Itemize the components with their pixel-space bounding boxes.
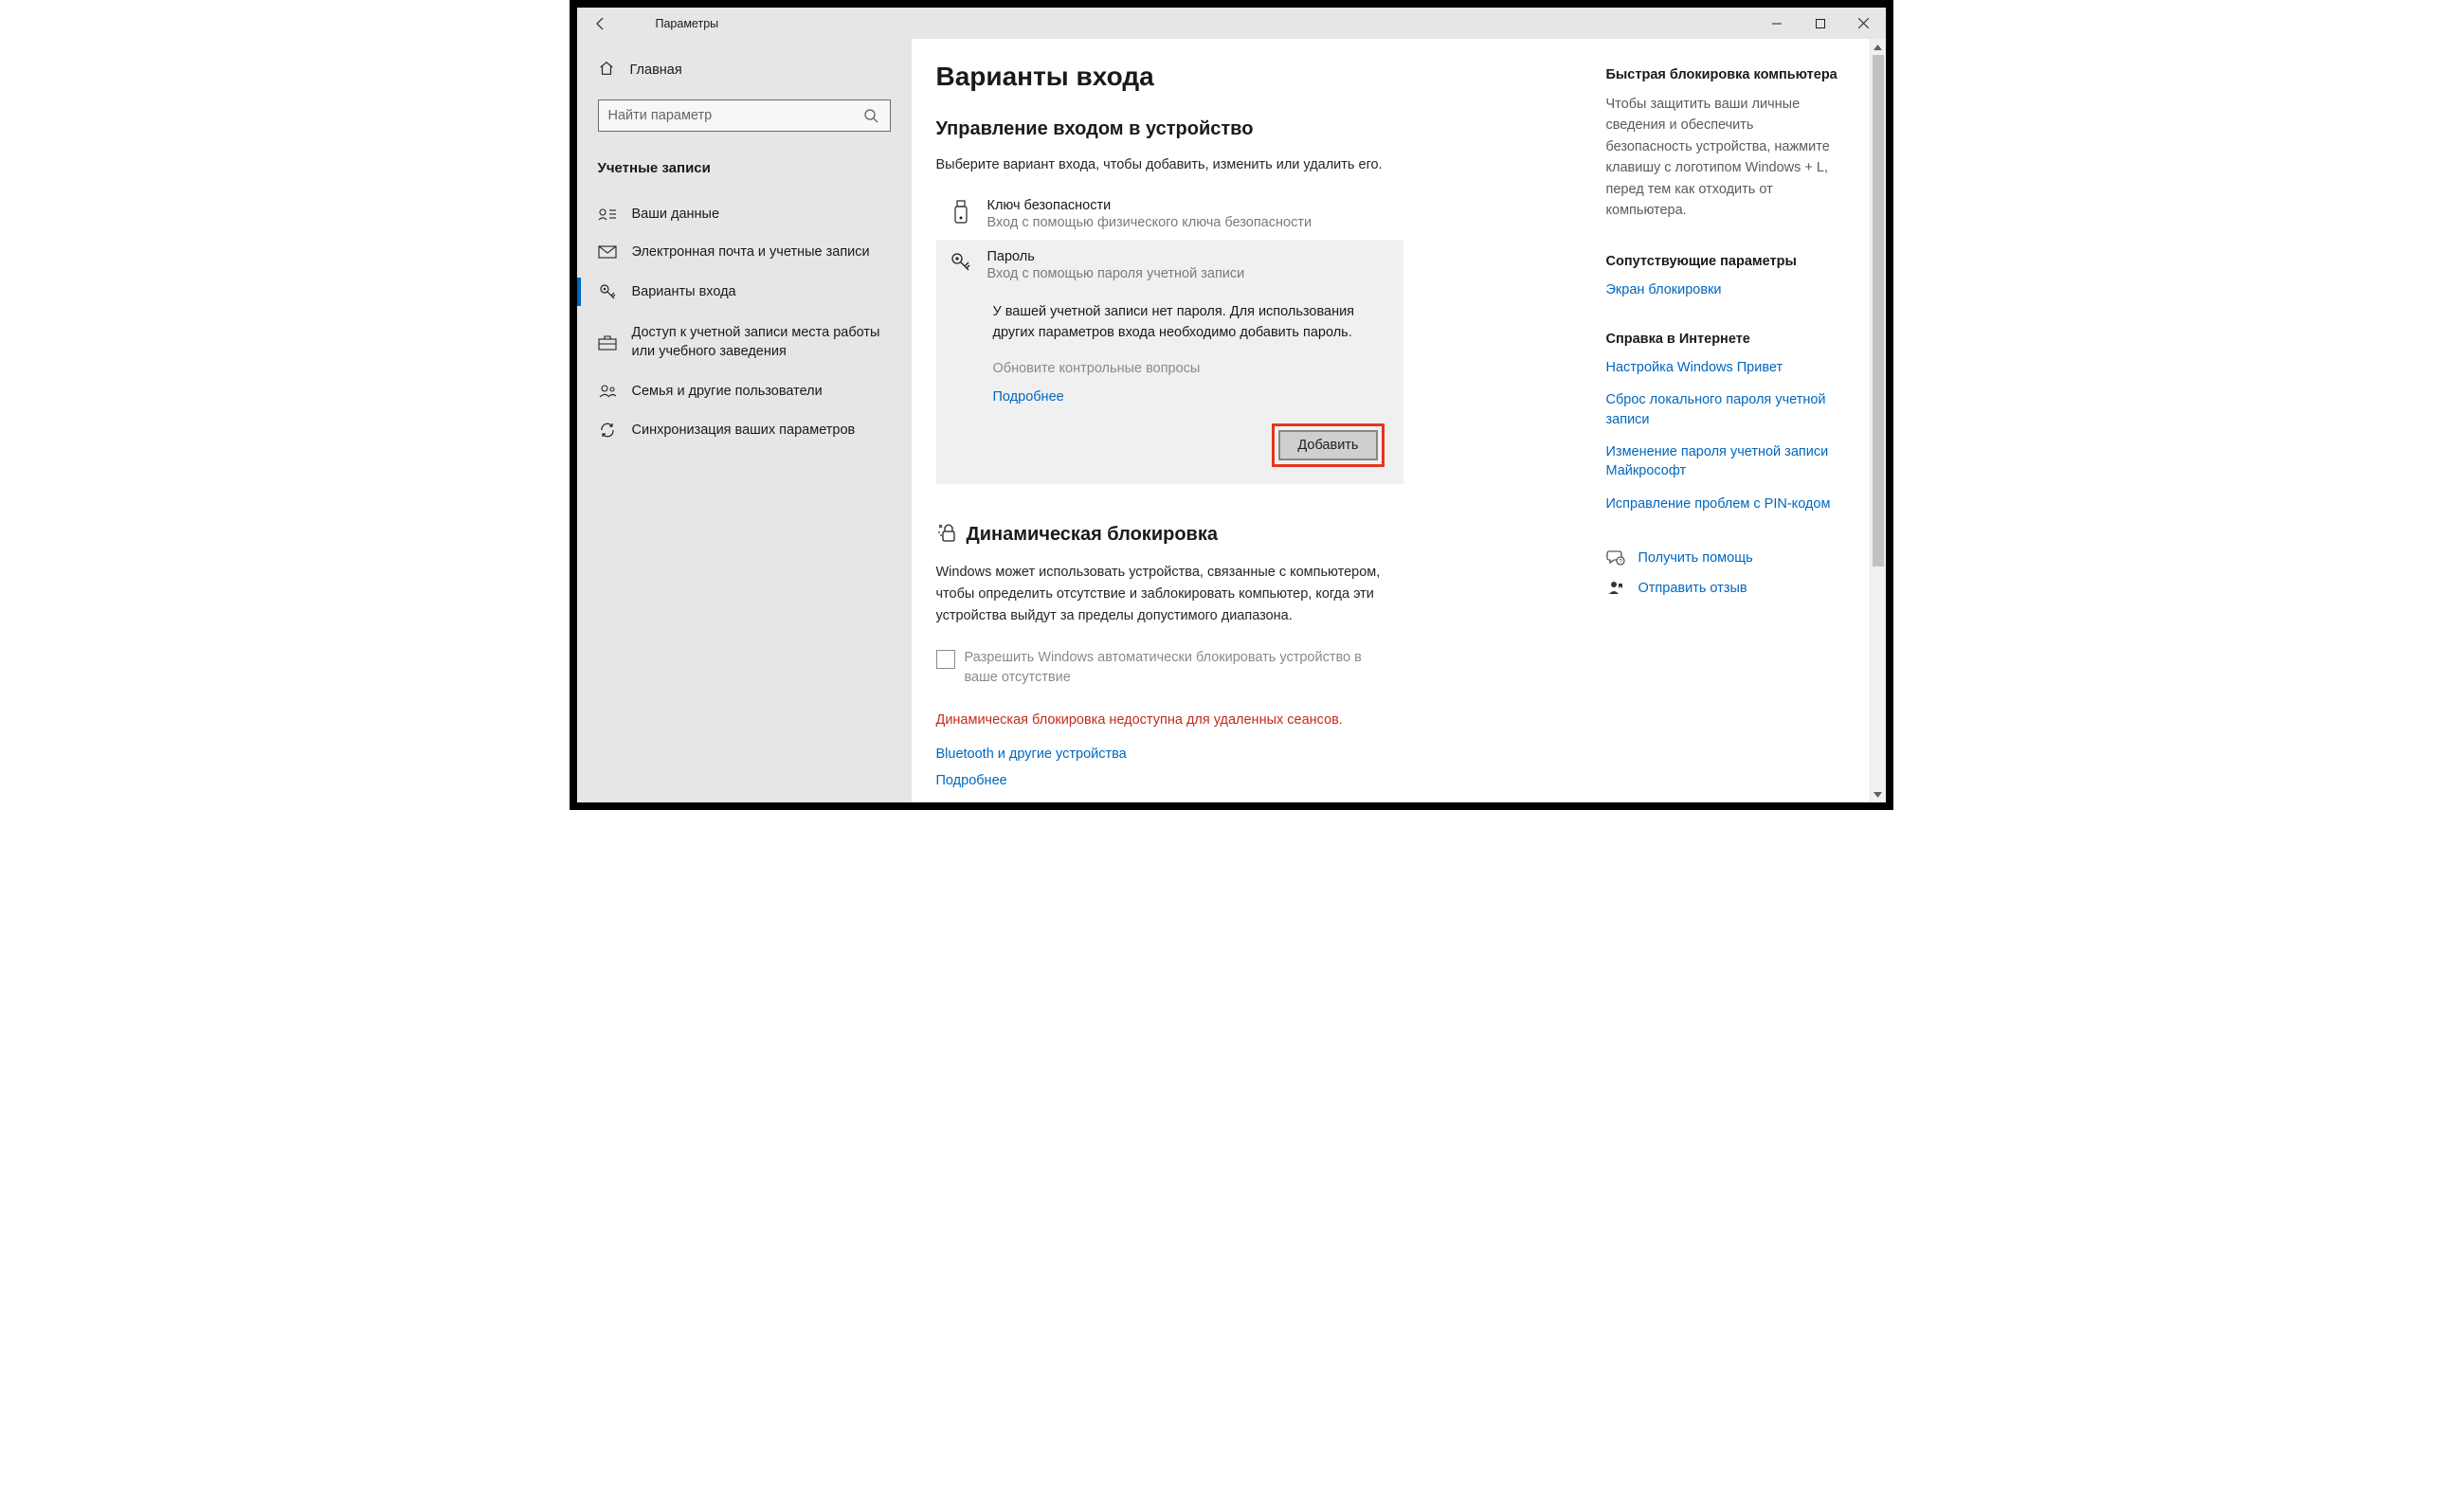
password-description: У вашей учетной записи нет пароля. Для и… [993, 302, 1382, 344]
titlebar: Параметры [577, 8, 1886, 39]
quick-lock-heading: Быстрая блокировка компьютера [1606, 67, 1849, 82]
section-instruction: Выберите вариант входа, чтобы добавить, … [936, 155, 1391, 175]
key-icon [950, 249, 972, 281]
help-link[interactable]: Исправление проблем с PIN-кодом [1606, 495, 1843, 513]
lock-screen-link[interactable]: Экран блокировки [1606, 280, 1843, 299]
get-help-row[interactable]: ? Получить помощь [1606, 549, 1849, 567]
key-icon [598, 282, 617, 301]
help-link[interactable]: Настройка Windows Привет [1606, 358, 1843, 377]
signin-option-password-expanded: Пароль Вход с помощью пароля учетной зап… [936, 240, 1403, 484]
back-button[interactable] [577, 8, 625, 39]
usb-key-icon [950, 198, 972, 230]
dynamic-lock-checkbox[interactable] [936, 650, 955, 669]
home-icon [598, 60, 615, 81]
quick-lock-text: Чтобы защитить ваши личные сведения и об… [1606, 94, 1843, 222]
window-title: Параметры [625, 17, 719, 30]
dynamic-lock-description: Windows может использовать устройства, с… [936, 562, 1382, 628]
dynamic-lock-checkbox-label: Разрешить Windows автоматически блокиров… [965, 648, 1391, 688]
sidebar-item-signin-options[interactable]: Варианты входа [577, 271, 912, 313]
option-subtitle: Вход с помощью физического ключа безопас… [987, 215, 1312, 230]
option-title: Ключ безопасности [987, 198, 1312, 213]
sidebar-item-label: Синхронизация ваших параметров [632, 423, 856, 438]
dynamic-lock-learn-more-link[interactable]: Подробнее [936, 773, 1559, 788]
sidebar-item-label: Ваши данные [632, 207, 720, 222]
sidebar-item-work-school[interactable]: Доступ к учетной записи места работы или… [577, 313, 912, 372]
send-feedback-link[interactable]: Отправить отзыв [1638, 581, 1747, 596]
scrollbar-thumb[interactable] [1873, 55, 1884, 567]
sidebar-item-label: Электронная почта и учетные записи [632, 244, 870, 260]
sidebar-item-label: Варианты входа [632, 284, 736, 299]
main-content: Варианты входа Управление входом в устро… [912, 39, 1597, 802]
signin-option-password[interactable]: Пароль Вход с помощью пароля учетной зап… [936, 240, 1401, 291]
briefcase-icon [598, 335, 617, 351]
person-card-icon [598, 207, 617, 222]
bluetooth-devices-link[interactable]: Bluetooth и другие устройства [936, 747, 1559, 762]
get-help-link[interactable]: Получить помощь [1638, 550, 1753, 566]
home-button[interactable]: Главная [577, 48, 912, 96]
sidebar-item-email-accounts[interactable]: Электронная почта и учетные записи [577, 233, 912, 271]
mail-icon [598, 245, 617, 259]
vertical-scrollbar[interactable] [1870, 39, 1886, 802]
section-manage-signin: Управление входом в устройство [936, 118, 1559, 140]
section-dynamic-lock: Динамическая блокировка [936, 522, 1559, 549]
search-input[interactable] [599, 108, 852, 123]
add-button-highlight: Добавить [1272, 423, 1384, 467]
scroll-up-arrow[interactable] [1871, 39, 1886, 55]
right-pane: Быстрая блокировка компьютера Чтобы защи… [1597, 39, 1870, 802]
help-link[interactable]: Изменение пароля учетной записи Майкросо… [1606, 442, 1843, 481]
close-button[interactable] [1842, 8, 1886, 39]
page-title: Варианты входа [936, 62, 1559, 92]
sidebar-item-family-users[interactable]: Семья и другие пользователи [577, 372, 912, 410]
search-box[interactable] [598, 99, 891, 132]
sidebar-item-sync[interactable]: Синхронизация ваших параметров [577, 410, 912, 450]
signin-option-security-key[interactable]: Ключ безопасности Вход с помощью физичес… [936, 189, 1401, 240]
dynamic-lock-heading-text: Динамическая блокировка [967, 524, 1218, 546]
dynamic-lock-error: Динамическая блокировка недоступна для у… [936, 712, 1559, 728]
option-subtitle: Вход с помощью пароля учетной записи [987, 266, 1245, 281]
people-icon [598, 384, 617, 399]
dynamic-lock-icon [936, 522, 957, 549]
learn-more-link[interactable]: Подробнее [993, 389, 1385, 405]
help-chat-icon: ? [1606, 549, 1625, 567]
add-password-button[interactable]: Добавить [1278, 430, 1377, 460]
scroll-down-arrow[interactable] [1871, 786, 1886, 802]
maximize-button[interactable] [1799, 8, 1842, 39]
dynamic-lock-checkbox-row: Разрешить Windows автоматически блокиров… [936, 648, 1391, 688]
option-title: Пароль [987, 249, 1245, 264]
sidebar-item-label: Семья и другие пользователи [632, 384, 823, 399]
feedback-icon [1606, 580, 1625, 597]
sync-icon [598, 422, 617, 439]
feedback-row[interactable]: Отправить отзыв [1606, 580, 1849, 597]
sidebar-item-your-info[interactable]: Ваши данные [577, 195, 912, 233]
sidebar-section-title: Учетные записи [577, 149, 912, 195]
related-settings-heading: Сопутствующие параметры [1606, 254, 1849, 269]
search-icon[interactable] [852, 108, 890, 123]
minimize-button[interactable] [1755, 8, 1799, 39]
home-label: Главная [630, 63, 682, 78]
update-security-questions: Обновите контрольные вопросы [993, 361, 1385, 376]
sidebar: Главная Учетные записи Ваши данные [577, 39, 912, 802]
help-link[interactable]: Сброс локального пароля учетной записи [1606, 390, 1843, 429]
sidebar-item-label: Доступ к учетной записи места работы или… [632, 324, 891, 361]
online-help-heading: Справка в Интернете [1606, 332, 1849, 347]
